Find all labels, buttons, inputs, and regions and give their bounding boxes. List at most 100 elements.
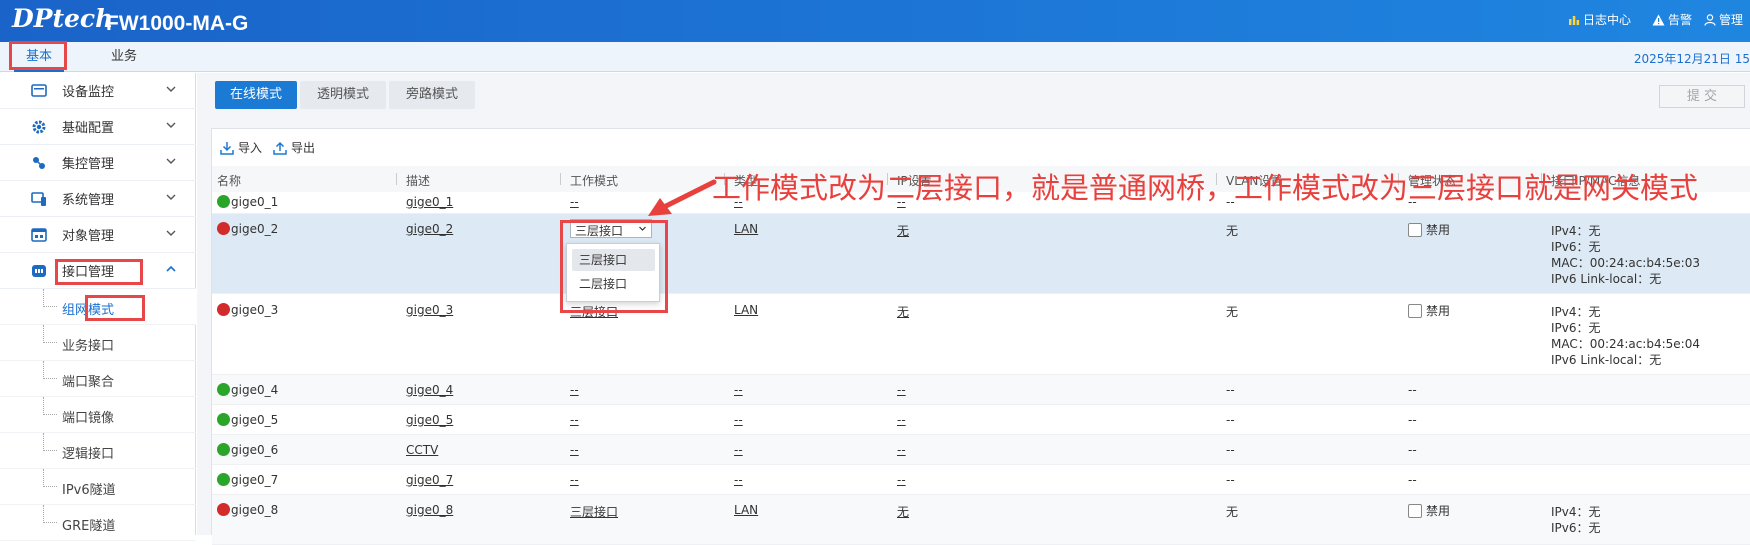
log-center-label: 日志中心 [1583,13,1632,27]
status-down-icon [217,303,230,316]
sidebar-item-basic-config[interactable]: 基础配置 [0,109,196,145]
info-ipv4: IPv4：无 [1551,305,1601,319]
cell-vlan: 无 [1226,305,1239,319]
cell-admin: -- [1408,473,1417,487]
cell-type[interactable]: -- [734,473,743,487]
cell-ip[interactable]: -- [897,473,906,487]
sidebar-subitem-business-interface[interactable]: 业务接口 [0,325,196,361]
sidebar-item-system-manage[interactable]: 系统管理 [0,181,196,217]
info-link-local: IPv6 Link-local：无 [1551,272,1662,286]
highlight-work-mode [560,220,668,313]
disable-checkbox[interactable] [1408,504,1422,518]
cell-type[interactable]: -- [734,443,743,457]
sidebar-sublabel: 逻辑接口 [62,447,115,462]
table-row[interactable]: gige0_6 CCTV -- -- -- -- -- [212,435,1750,465]
sidebar-subitem-port-aggregation[interactable]: 端口聚合 [0,361,196,397]
cell-mode[interactable]: -- [570,443,579,457]
cell-admin: -- [1408,413,1417,427]
import-icon [220,141,234,155]
tab-transparent-mode[interactable]: 透明模式 [300,81,386,109]
user-icon [1704,13,1716,26]
column-header-label: 描述 [406,174,431,188]
table-row[interactable]: gige0_7 gige0_7 -- -- -- -- -- [212,465,1750,495]
info-ipv6: IPv6：无 [1551,521,1601,535]
interface-name: gige0_1 [231,195,279,209]
cell-admin: 禁用 [1408,502,1450,519]
cell-ip[interactable]: 无 [897,303,909,320]
cell-ip[interactable]: -- [897,413,906,427]
cell-desc[interactable]: gige0_5 [406,413,453,427]
cell-mode[interactable]: -- [570,195,579,209]
cell-desc[interactable]: gige0_3 [406,303,453,317]
computer-icon [31,192,46,206]
log-center-link[interactable]: 日志中心 [1568,11,1631,28]
disable-checkbox[interactable] [1408,304,1422,318]
cell-desc[interactable]: CCTV [406,443,438,457]
chevron-down-icon [166,122,176,128]
cell-type[interactable]: LAN [734,303,758,317]
sidebar-item-central-control[interactable]: 集控管理 [0,145,196,181]
cell-ip[interactable]: -- [897,383,906,397]
interface-name: gige0_6 [231,443,279,457]
cell-type[interactable]: LAN [734,222,758,236]
cell-name: gige0_6 [217,443,278,457]
sidebar-sublabel: 端口镜像 [62,411,115,426]
info-ipv6: IPv6：无 [1551,240,1601,254]
tab-bypass-mode[interactable]: 旁路模式 [389,81,475,109]
cell-name: gige0_4 [217,383,278,397]
column-header-label: 工作模式 [570,174,619,188]
tree-connector [43,361,57,379]
table-row[interactable]: gige0_4 gige0_4 -- -- -- -- -- [212,375,1750,405]
product-name: FW1000-MA-G [106,12,249,35]
info-ipv6: IPv6：无 [1551,321,1601,335]
table-row[interactable]: gige0_8 gige0_8 三层接口 LAN 无 无 禁用 IPv4：无 I… [212,495,1750,545]
table-row[interactable]: gige0_3 gige0_3 三层接口 LAN 无 无 禁用 IPv4：无 I… [212,294,1750,375]
cell-desc[interactable]: gige0_2 [406,222,453,236]
cell-desc[interactable]: gige0_7 [406,473,453,487]
cell-desc[interactable]: gige0_4 [406,383,453,397]
cell-mode[interactable]: -- [570,383,579,397]
cell-mode[interactable]: 三层接口 [570,503,618,520]
chevron-down-icon [166,86,176,92]
sidebar-item-object-manage[interactable]: 对象管理 [0,217,196,253]
cell-type[interactable]: LAN [734,503,758,517]
sidebar-item-device-monitor[interactable]: 设备监控 [0,73,196,109]
info-ipv4: IPv4：无 [1551,224,1601,238]
alarm-label: 告警 [1668,13,1693,27]
cell-desc[interactable]: gige0_1 [406,195,453,209]
tree-connector [43,505,57,523]
table-row[interactable]: gige0_5 gige0_5 -- -- -- -- -- [212,405,1750,435]
column-header-desc: 描述 [396,172,431,189]
sidebar-subitem-gre-tunnel[interactable]: GRE隧道 [0,505,196,541]
table-row[interactable]: gige0_2 gige0_2 三层接口 LAN 无 无 禁用 IPv4：无 I… [212,214,1750,294]
cell-ip[interactable]: -- [897,443,906,457]
alarm-link[interactable]: 告警 [1652,11,1692,28]
cell-ip[interactable]: 无 [897,503,909,520]
status-up-icon [217,195,230,208]
cell-name: gige0_1 [217,195,278,209]
cell-mode[interactable]: -- [570,413,579,427]
cell-type[interactable]: -- [734,413,743,427]
sidebar-sublabel: IPv6隧道 [62,483,116,498]
interface-name: gige0_2 [231,222,279,236]
info-mac: MAC：00:24:ac:b4:5e:04 [1551,337,1700,351]
column-header-name: 名称 [217,174,242,188]
import-button[interactable]: 导入 [220,139,262,156]
disable-checkbox[interactable] [1408,223,1422,237]
cell-desc[interactable]: gige0_8 [406,503,453,517]
sidebar-subitem-ipv6-tunnel[interactable]: IPv6隧道 [0,469,196,505]
export-button[interactable]: 导出 [273,139,315,156]
cell-ip[interactable]: 无 [897,222,909,239]
tab-business[interactable]: 业务 [96,42,152,72]
tab-online-mode[interactable]: 在线模式 [215,81,297,109]
sidebar-subitem-logical-interface[interactable]: 逻辑接口 [0,433,196,469]
admin-link[interactable]: 管理 [1704,11,1743,28]
sidebar-label: 对象管理 [62,229,115,244]
tree-connector [43,469,57,487]
cell-type[interactable]: -- [734,383,743,397]
submit-button[interactable]: 提 交 [1659,85,1745,108]
cell-mode[interactable]: -- [570,473,579,487]
cell-vlan: -- [1226,413,1235,427]
sidebar-subitem-port-mirror[interactable]: 端口镜像 [0,397,196,433]
sidebar-sublabel: 端口聚合 [62,375,115,390]
